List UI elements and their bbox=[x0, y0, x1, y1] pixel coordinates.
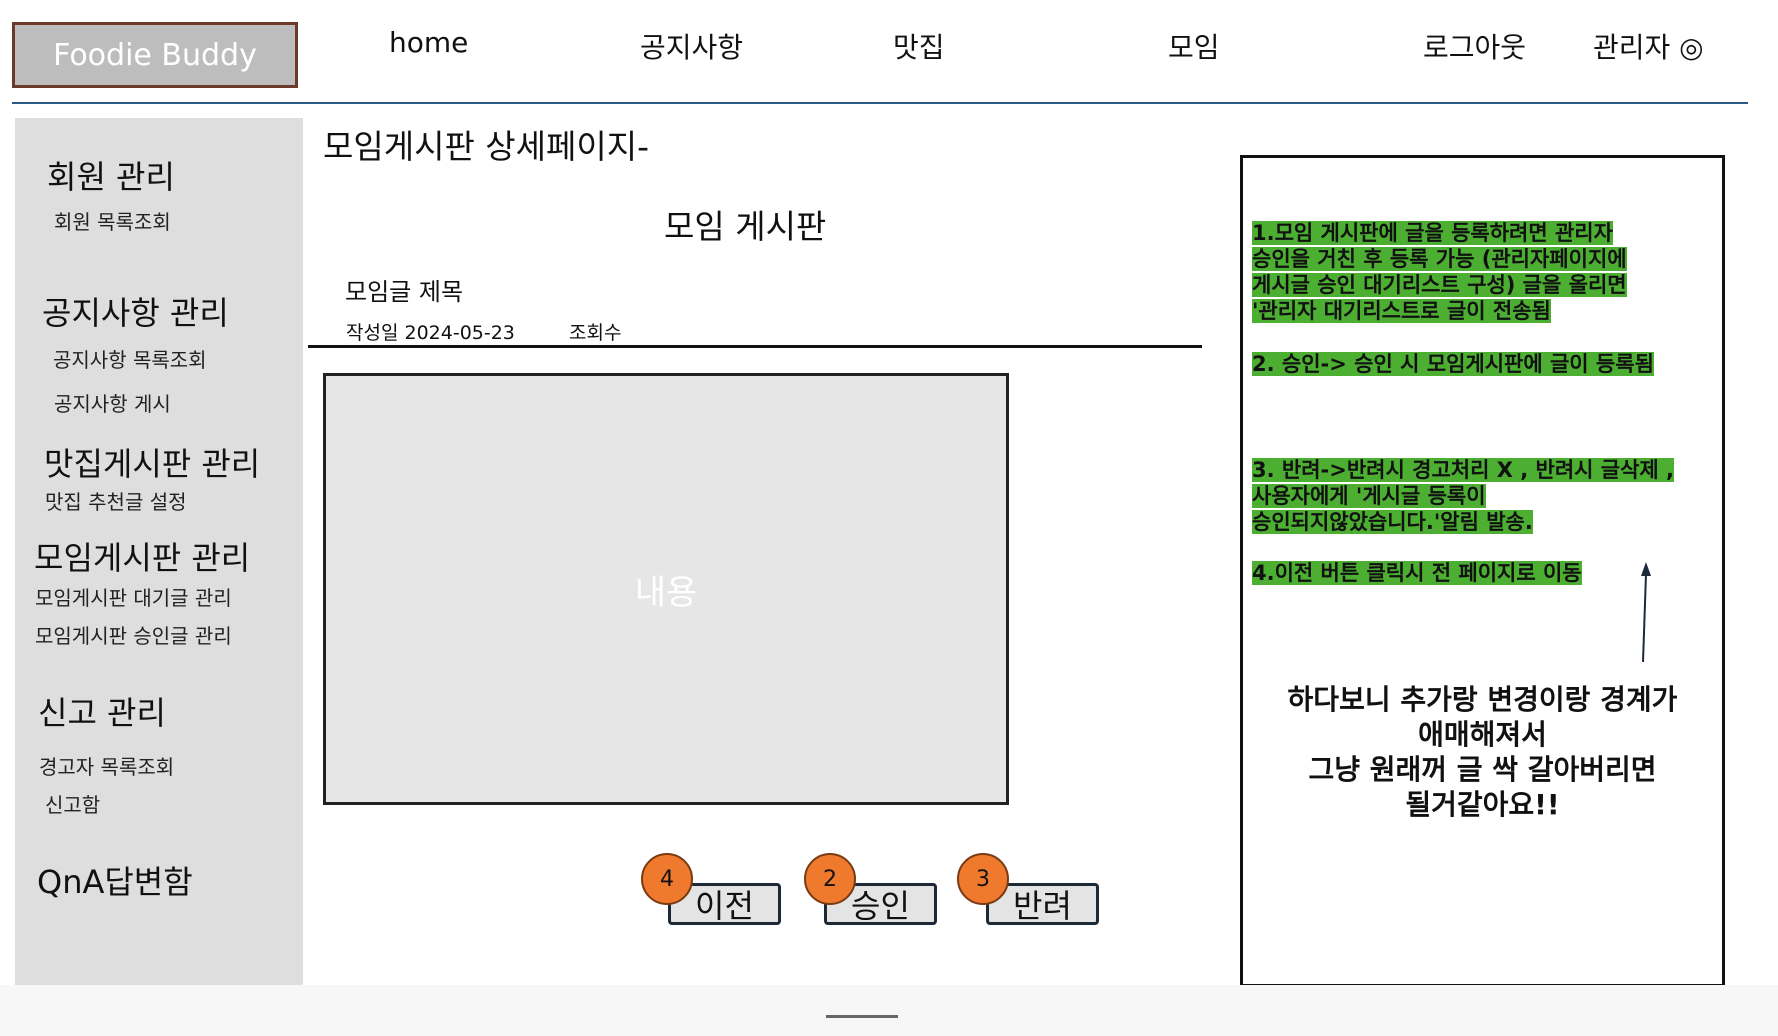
nav-home[interactable]: home bbox=[389, 26, 468, 59]
post-views: 조회수 bbox=[569, 322, 622, 344]
note-1-line-4: '관리자 대기리스트로 글이 전송됨 bbox=[1252, 299, 1551, 323]
sidebar-member-list[interactable]: 회원 목록조회 bbox=[54, 206, 171, 235]
nav-notice[interactable]: 공지사항 bbox=[640, 26, 743, 66]
badge-approve: 2 bbox=[804, 853, 856, 905]
sidebar-restaurant-recommend[interactable]: 맛집 추천글 설정 bbox=[45, 486, 187, 515]
sidebar-restaurant-manage[interactable]: 맛집게시판 관리 bbox=[44, 439, 260, 485]
remark-line-4: 될거같아요!! bbox=[1405, 788, 1560, 821]
remark-line-2: 애매해져서 bbox=[1418, 718, 1547, 751]
home-indicator[interactable] bbox=[826, 1015, 898, 1018]
sidebar-meeting-pending[interactable]: 모임게시판 대기글 관리 bbox=[35, 582, 232, 611]
sidebar-report-manage[interactable]: 신고 관리 bbox=[38, 688, 166, 734]
note-3-line-3: 승인되지않았습니다.'알림 발송. bbox=[1252, 510, 1533, 534]
note-4-line-1: 4.이전 버튼 클릭시 전 페이지로 이동 bbox=[1252, 561, 1582, 585]
note-4: 4.이전 버튼 클릭시 전 페이지로 이동 bbox=[1252, 560, 1582, 586]
post-divider bbox=[308, 345, 1202, 348]
sidebar-notice-manage[interactable]: 공지사항 관리 bbox=[42, 288, 229, 334]
post-content: 내용 bbox=[323, 373, 1009, 805]
logo[interactable]: Foodie Buddy bbox=[12, 22, 298, 88]
nav-meeting[interactable]: 모임 bbox=[1168, 26, 1220, 66]
page-title: 모임게시판 상세페이지- bbox=[323, 127, 649, 166]
note-1: 1.모임 게시판에 글을 등록하려면 관리자 승인을 거친 후 등록 가능 (관… bbox=[1252, 220, 1627, 324]
post-title: 모임글 제목 bbox=[345, 278, 464, 306]
nav-logout[interactable]: 로그아웃 bbox=[1423, 26, 1526, 66]
badge-reject: 3 bbox=[957, 853, 1009, 905]
nav-admin[interactable]: 관리자 ◎ bbox=[1593, 26, 1704, 66]
sidebar-notice-post[interactable]: 공지사항 게시 bbox=[54, 388, 171, 417]
sidebar-qna[interactable]: QnA답변함 bbox=[37, 857, 193, 903]
note-3: 3. 반려->반려시 경고처리 X , 반려시 글삭제 , 사용자에게 '게시글… bbox=[1252, 457, 1675, 535]
note-2-line-1: 2. 승인-> 승인 시 모임게시판에 글이 등록됨 bbox=[1252, 352, 1654, 376]
board-title: 모임 게시판 bbox=[664, 207, 827, 246]
badge-prev: 4 bbox=[641, 853, 693, 905]
note-1-line-3: 게시글 승인 대기리스트 구성) 글을 올리면 bbox=[1252, 273, 1627, 297]
remark-line-1: 하다보니 추가랑 변경이랑 경계가 bbox=[1287, 683, 1678, 716]
post-date: 작성일 2024-05-23 bbox=[346, 322, 515, 344]
bottom-bar bbox=[0, 985, 1778, 1036]
arrow-up-icon bbox=[1641, 562, 1651, 663]
note-1-line-1: 1.모임 게시판에 글을 등록하려면 관리자 bbox=[1252, 221, 1613, 245]
post-content-text: 내용 bbox=[634, 572, 698, 613]
sidebar-member-manage[interactable]: 회원 관리 bbox=[47, 152, 175, 198]
sidebar-meeting-manage[interactable]: 모임게시판 관리 bbox=[34, 533, 250, 579]
note-2: 2. 승인-> 승인 시 모임게시판에 글이 등록됨 bbox=[1252, 351, 1654, 377]
sidebar-notice-list[interactable]: 공지사항 목록조회 bbox=[53, 344, 207, 373]
nav-restaurant[interactable]: 맛집 bbox=[893, 26, 945, 66]
header-divider bbox=[12, 102, 1748, 104]
note-1-line-2: 승인을 거친 후 등록 가능 (관리자페이지에 bbox=[1252, 247, 1627, 271]
sidebar-report-box[interactable]: 신고함 bbox=[45, 789, 100, 818]
remark: 하다보니 추가랑 변경이랑 경계가 애매해져서 그냥 원래꺼 글 싹 갈아버리면… bbox=[1245, 682, 1720, 822]
note-3-line-1: 3. 반려->반려시 경고처리 X , 반려시 글삭제 , bbox=[1252, 458, 1675, 482]
note-3-line-2: 사용자에게 '게시글 등록이 bbox=[1252, 484, 1486, 508]
remark-line-3: 그냥 원래꺼 글 싹 갈아버리면 bbox=[1308, 753, 1657, 786]
sidebar-warned-list[interactable]: 경고자 목록조회 bbox=[39, 751, 174, 780]
sidebar-meeting-approved[interactable]: 모임게시판 승인글 관리 bbox=[35, 620, 232, 649]
